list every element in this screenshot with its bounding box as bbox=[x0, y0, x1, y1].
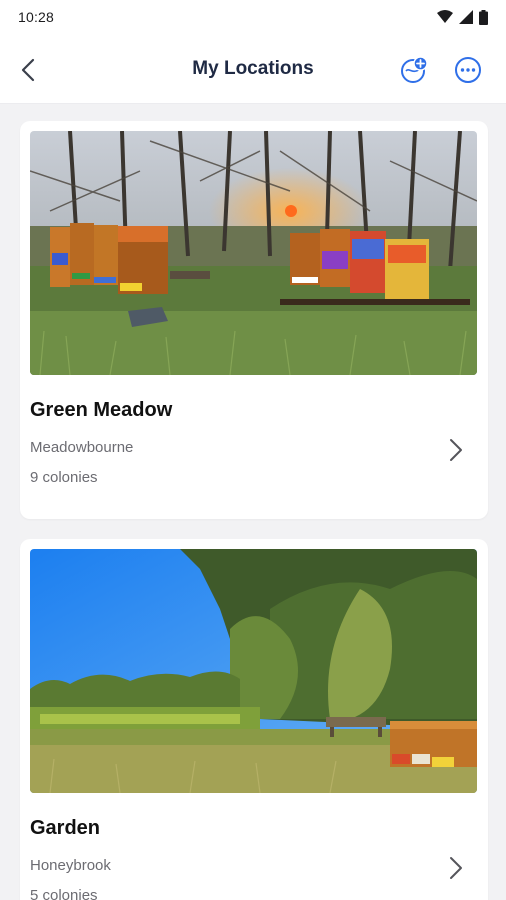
location-place: Honeybrook bbox=[30, 857, 111, 874]
app-bar: My Locations bbox=[0, 34, 506, 104]
battery-icon bbox=[479, 9, 488, 25]
location-name: Green Meadow bbox=[30, 399, 173, 421]
chevron-right-icon bbox=[446, 854, 466, 882]
signal-icon bbox=[459, 10, 473, 24]
wifi-icon bbox=[437, 10, 453, 23]
location-photo bbox=[30, 549, 477, 793]
status-bar: 10:28 bbox=[0, 0, 506, 34]
page-title: My Locations bbox=[192, 57, 314, 79]
chevron-right-icon bbox=[446, 436, 466, 464]
back-button[interactable] bbox=[12, 52, 44, 88]
location-name: Garden bbox=[30, 817, 101, 839]
location-card-body: Garden Honeybrook 5 colonies bbox=[30, 793, 478, 900]
status-icons bbox=[437, 9, 488, 25]
more-options-button[interactable] bbox=[453, 55, 483, 85]
chevron-left-icon bbox=[21, 58, 35, 82]
add-location-button[interactable] bbox=[399, 55, 429, 85]
more-options-icon bbox=[455, 57, 481, 83]
location-place: Meadowbourne bbox=[30, 439, 134, 456]
colony-count: 5 colonies bbox=[30, 887, 98, 900]
status-time: 10:28 bbox=[18, 9, 55, 25]
locations-list: Green Meadow Meadowbourne 9 colonies Gar… bbox=[20, 121, 488, 900]
location-card[interactable]: Garden Honeybrook 5 colonies bbox=[20, 539, 488, 900]
colony-count: 9 colonies bbox=[30, 469, 98, 486]
location-card-body: Green Meadow Meadowbourne 9 colonies bbox=[30, 375, 478, 519]
add-location-icon bbox=[401, 56, 428, 83]
location-photo bbox=[30, 131, 477, 375]
location-card[interactable]: Green Meadow Meadowbourne 9 colonies bbox=[20, 121, 488, 519]
